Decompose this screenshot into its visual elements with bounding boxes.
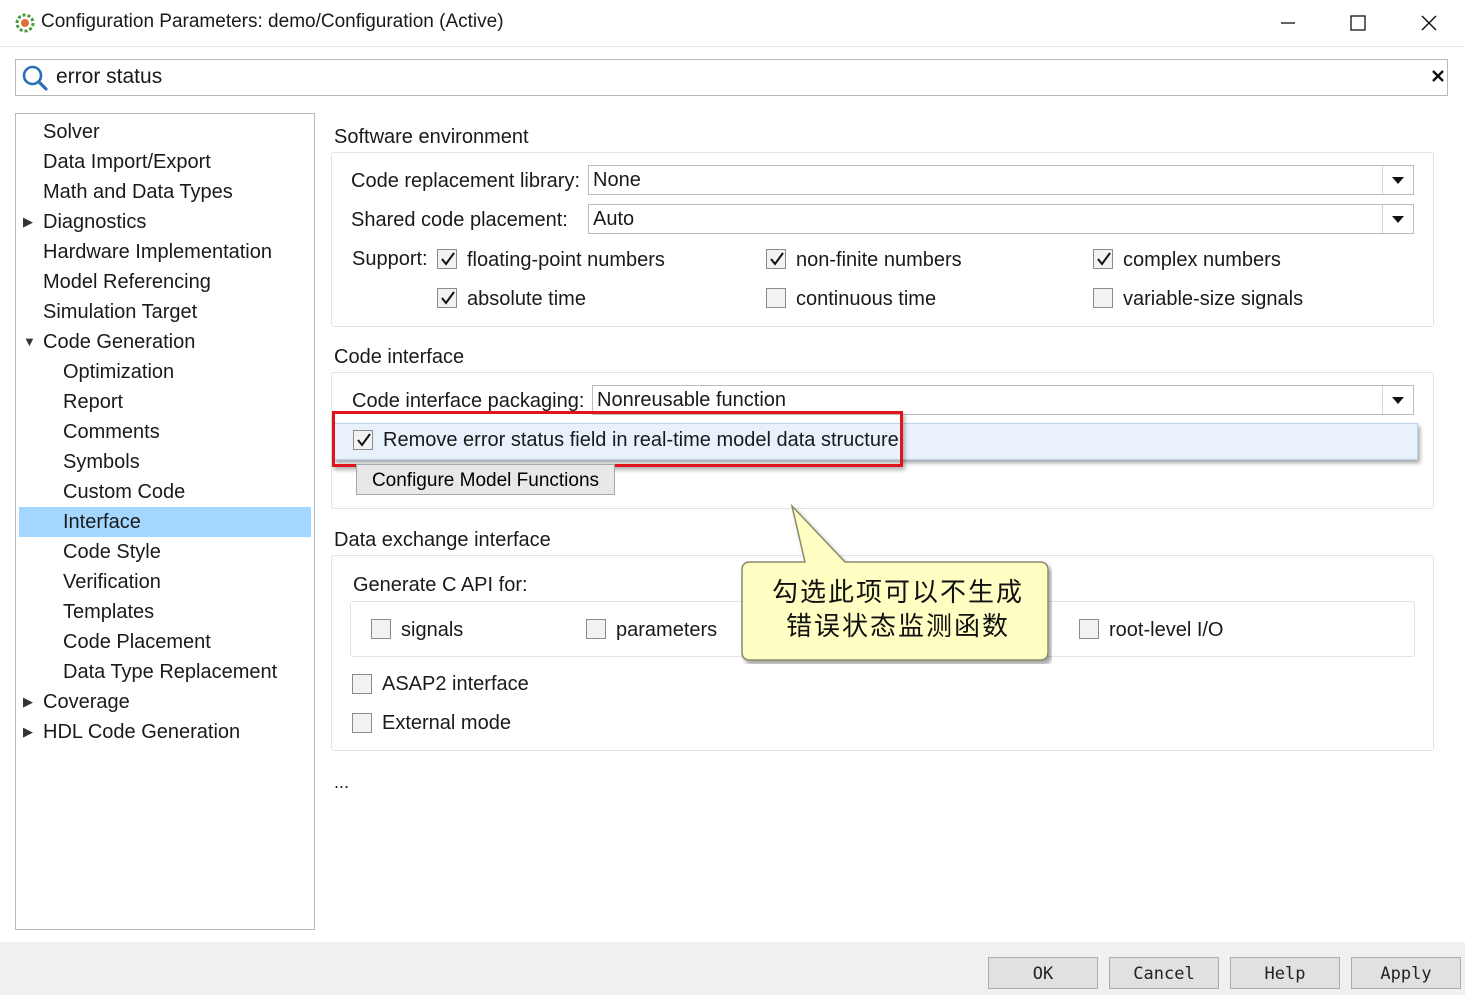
tree-item[interactable]: Coverage <box>43 687 130 717</box>
checkbox-complex[interactable] <box>1093 249 1113 269</box>
chevron-down-icon <box>1382 166 1413 194</box>
tree-item[interactable]: Templates <box>63 597 154 627</box>
tree-item[interactable]: Interface <box>63 507 141 537</box>
tree-item[interactable]: Code Placement <box>63 627 211 657</box>
label-external-mode: External mode <box>382 712 511 734</box>
label-capi-root-io: root-level I/O <box>1109 619 1224 641</box>
tree-item[interactable]: Report <box>63 387 123 417</box>
tree-item[interactable]: Model Referencing <box>43 267 211 297</box>
tree-expanded-arrow-icon[interactable]: ▼ <box>23 327 36 357</box>
help-button[interactable]: Help <box>1230 957 1340 989</box>
checkbox-non-finite[interactable] <box>766 249 786 269</box>
minimize-icon <box>1281 22 1295 24</box>
label-non-finite: non-finite numbers <box>796 249 962 271</box>
annotation-highlight-box <box>332 411 903 467</box>
tree-item[interactable]: Custom Code <box>63 477 185 507</box>
checkbox-capi-root-io[interactable] <box>1079 619 1099 639</box>
maximize-icon <box>1350 15 1366 31</box>
shared-code-value: Auto <box>593 208 635 230</box>
clear-icon <box>1432 70 1444 82</box>
checkbox-continuous-time[interactable] <box>766 288 786 308</box>
checkbox-external-mode[interactable] <box>352 713 372 733</box>
tree-item[interactable]: Data Type Replacement <box>63 657 277 687</box>
maximize-button[interactable] <box>1323 0 1393 46</box>
more-ellipsis: ... <box>334 772 350 792</box>
callout-line-2: 错误状态监测函数 <box>785 612 1010 642</box>
tree-item[interactable]: Verification <box>63 567 161 597</box>
checkbox-variable-size[interactable] <box>1093 288 1113 308</box>
packaging-label: Code interface packaging: <box>352 390 585 412</box>
capi-label: Generate C API for: <box>353 574 528 596</box>
tree-collapsed-arrow-icon[interactable]: ▶ <box>23 717 33 747</box>
minimize-button[interactable] <box>1253 0 1323 46</box>
tree-item[interactable]: Code Generation <box>43 327 195 357</box>
checkbox-capi-parameters[interactable] <box>586 619 606 639</box>
close-icon <box>1421 15 1437 31</box>
crl-label: Code replacement library: <box>351 170 580 192</box>
label-capi-parameters: parameters <box>616 619 718 641</box>
label-continuous-time: continuous time <box>796 288 937 310</box>
callout-line-1: 勾选此项可以不生成 <box>771 578 1024 608</box>
checkmark-icon <box>441 291 455 305</box>
shared-code-label: Shared code placement: <box>351 209 568 231</box>
checkmark-icon <box>770 252 784 266</box>
checkbox-absolute-time[interactable] <box>437 288 457 308</box>
crl-dropdown[interactable]: None <box>588 165 1414 195</box>
checkmark-icon <box>1097 252 1111 266</box>
tree-item[interactable]: Comments <box>63 417 160 447</box>
checkbox-capi-signals[interactable] <box>371 619 391 639</box>
window-title: Configuration Parameters: demo/Configura… <box>41 11 504 32</box>
shared-code-dropdown[interactable]: Auto <box>588 204 1414 234</box>
packaging-value: Nonreusable function <box>597 389 787 411</box>
label-complex: complex numbers <box>1123 249 1281 271</box>
support-label: Support: <box>352 248 428 270</box>
checkbox-floating-point[interactable] <box>437 249 457 269</box>
cancel-button[interactable]: Cancel <box>1109 957 1219 989</box>
ok-button[interactable]: OK <box>988 957 1098 989</box>
checkbox-asap2[interactable] <box>352 674 372 694</box>
clear-search-button[interactable] <box>1426 64 1450 88</box>
section-title-software-environment: Software environment <box>334 126 529 148</box>
chevron-down-icon <box>1382 386 1413 414</box>
checkmark-icon <box>441 252 455 266</box>
tree-item[interactable]: Symbols <box>63 447 140 477</box>
tree-item[interactable]: Simulation Target <box>43 297 197 327</box>
tree-item[interactable]: Data Import/Export <box>43 147 211 177</box>
tree-item[interactable]: Solver <box>43 117 100 147</box>
section-title-code-interface: Code interface <box>334 346 465 368</box>
chevron-down-icon <box>1382 205 1413 233</box>
callout-text: 勾选此项可以不生成 错误状态监测函数 <box>748 576 1048 644</box>
label-floating-point: floating-point numbers <box>467 249 665 271</box>
tree-item[interactable]: HDL Code Generation <box>43 717 240 747</box>
configure-model-functions-button[interactable]: Configure Model Functions <box>356 464 615 495</box>
section-title-data-exchange: Data exchange interface <box>334 529 551 551</box>
apply-button[interactable]: Apply <box>1351 957 1461 989</box>
label-capi-signals: signals <box>401 619 464 641</box>
tree-item[interactable]: Optimization <box>63 357 174 387</box>
label-variable-size: variable-size signals <box>1123 288 1304 310</box>
tree-item[interactable]: Diagnostics <box>43 207 146 237</box>
label-absolute-time: absolute time <box>467 288 586 310</box>
tree-item[interactable]: Math and Data Types <box>43 177 233 207</box>
tree-item[interactable]: Hardware Implementation <box>43 237 272 267</box>
search-icon <box>22 65 48 91</box>
simulink-gear-icon <box>15 13 35 33</box>
crl-value: None <box>593 169 641 191</box>
label-asap2: ASAP2 interface <box>382 673 529 695</box>
search-input[interactable] <box>52 61 1420 93</box>
tree-collapsed-arrow-icon[interactable]: ▶ <box>23 207 33 237</box>
tree-collapsed-arrow-icon[interactable]: ▶ <box>23 687 33 717</box>
tree-item[interactable]: Code Style <box>63 537 161 567</box>
close-button[interactable] <box>1394 0 1464 46</box>
